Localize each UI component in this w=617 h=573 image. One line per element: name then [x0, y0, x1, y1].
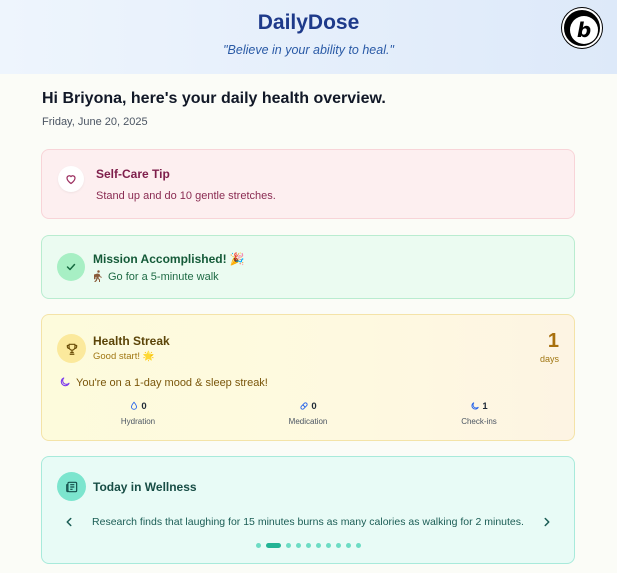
droplet-icon	[131, 401, 138, 410]
carousel-dot[interactable]	[315, 543, 321, 548]
self-care-tip-text: Stand up and do 10 gentle stretches.	[96, 190, 276, 202]
mission-title: Mission Accomplished! 🎉	[93, 252, 245, 266]
mission-item-text: Go for a 5-minute walk	[108, 271, 219, 283]
medication-label: Medication	[288, 417, 328, 426]
carousel-dot[interactable]	[285, 543, 291, 548]
app-tagline: "Believe in your ability to heal."	[223, 43, 394, 57]
hydration-label: Hydration	[120, 417, 156, 426]
chevron-right-icon	[544, 517, 550, 527]
wellness-fact: Research finds that laughing for 15 minu…	[92, 516, 524, 528]
b-logo-icon: b	[570, 16, 598, 44]
hydration-value: 0	[141, 401, 147, 412]
newspaper-icon	[57, 472, 86, 501]
trophy-icon	[57, 334, 86, 363]
greeting-heading: Hi Briyona, here's your daily health ove…	[42, 90, 386, 107]
carousel-dot[interactable]	[255, 543, 261, 548]
medication-stat: 0 Medication	[258, 401, 358, 426]
app-header: DailyDose "Believe in your ability to he…	[0, 0, 617, 74]
medication-value: 0	[311, 401, 317, 412]
moon-icon	[471, 402, 480, 410]
self-care-tip-title: Self-Care Tip	[96, 167, 170, 181]
check-ins-value: 1	[482, 401, 488, 412]
carousel-dot[interactable]	[335, 543, 341, 548]
carousel-dot[interactable]	[265, 543, 281, 548]
mission-card: Mission Accomplished! 🎉 Go for a 5-minut…	[41, 235, 575, 299]
chevron-left-icon	[66, 517, 72, 527]
health-streak-card: Health Streak Good start! 🌟 1 days You'r…	[41, 314, 575, 441]
self-care-tip-card: Self-Care Tip Stand up and do 10 gentle …	[41, 149, 575, 219]
wellness-title: Today in Wellness	[93, 480, 197, 494]
streak-message-text: You're on a 1-day mood & sleep streak!	[76, 377, 268, 389]
streak-message: You're on a 1-day mood & sleep streak!	[59, 376, 268, 391]
health-streak-subtitle: Good start! 🌟	[93, 351, 155, 362]
svg-text:b: b	[577, 18, 591, 42]
mission-item: Go for a 5-minute walk	[93, 270, 219, 285]
carousel-dots	[42, 543, 574, 548]
check-icon	[57, 253, 85, 281]
heart-icon	[58, 166, 84, 192]
walking-person-icon	[93, 270, 103, 285]
previous-fact-button[interactable]	[62, 515, 76, 529]
carousel-dot[interactable]	[325, 543, 331, 548]
carousel-dot[interactable]	[305, 543, 311, 548]
wellness-card: Today in Wellness Research finds that la…	[41, 456, 575, 564]
check-ins-label: Check-ins	[461, 417, 497, 426]
streak-day-unit: days	[539, 354, 559, 364]
current-date: Friday, June 20, 2025	[42, 116, 148, 128]
carousel-dot[interactable]	[345, 543, 351, 548]
pill-icon	[300, 402, 308, 410]
streak-day-count: 1	[547, 330, 559, 352]
check-ins-stat: 1 Check-ins	[429, 401, 529, 426]
moon-icon	[59, 376, 71, 391]
profile-badge-logo[interactable]: b	[562, 8, 602, 48]
next-fact-button[interactable]	[540, 515, 554, 529]
app-title: DailyDose	[257, 11, 360, 34]
carousel-dot[interactable]	[295, 543, 301, 548]
carousel-dot[interactable]	[355, 543, 361, 548]
hydration-stat: 0 Hydration	[88, 401, 188, 426]
health-streak-title: Health Streak	[93, 334, 170, 348]
